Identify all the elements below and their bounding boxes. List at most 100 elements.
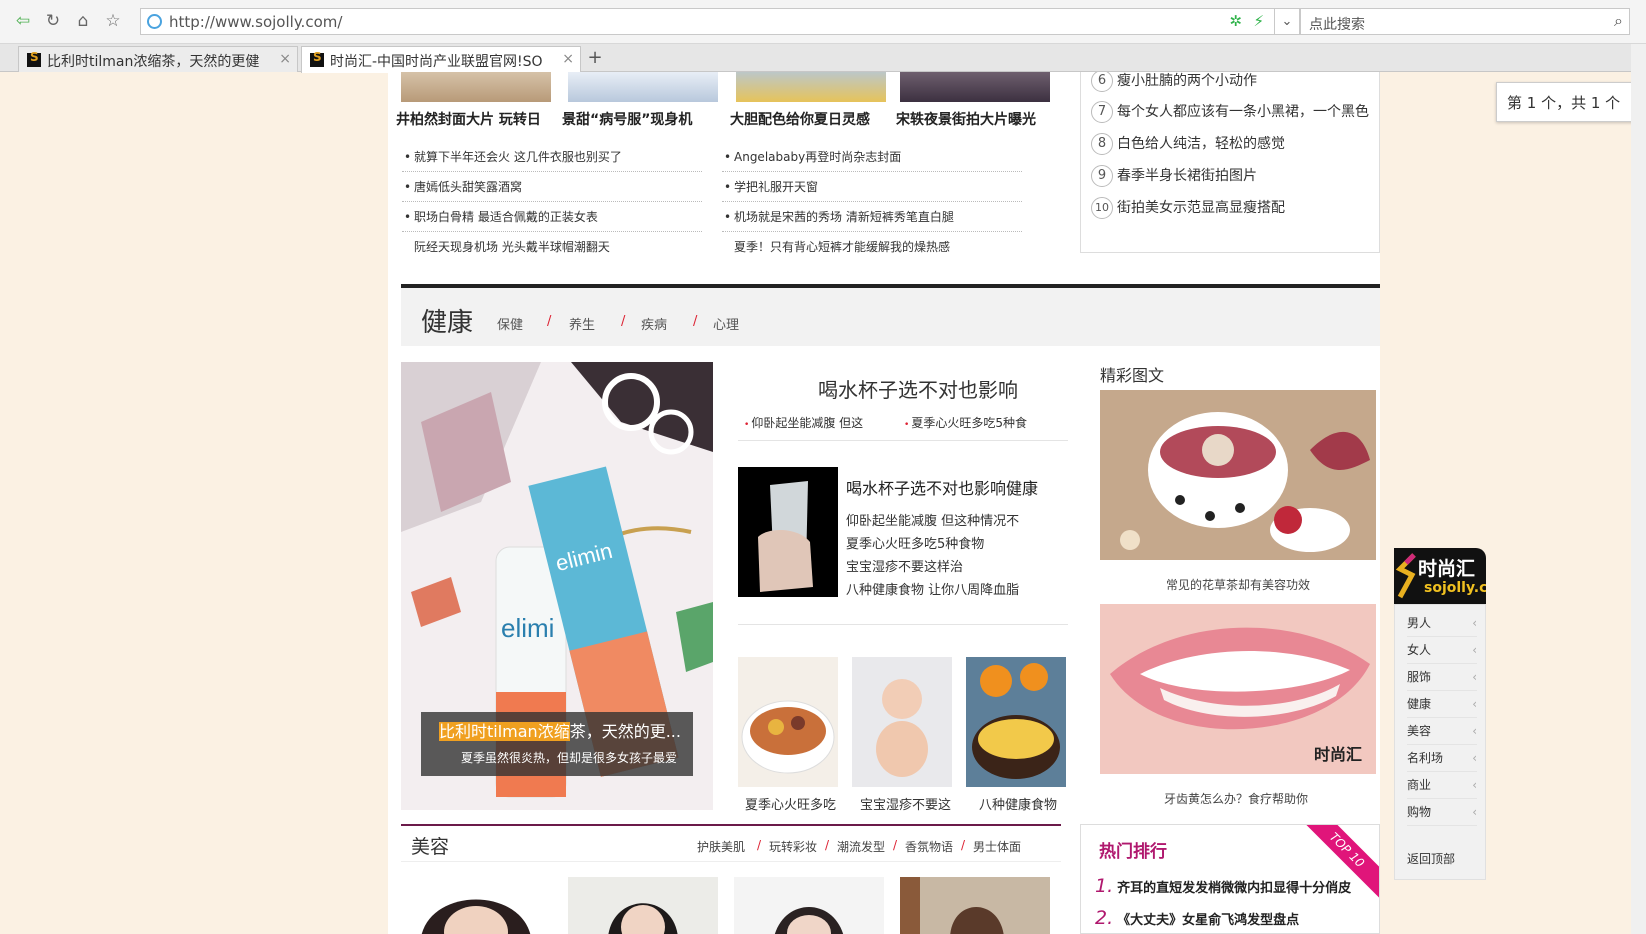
article-link[interactable]: 八种健康食物 让你八周降血脂 — [846, 579, 1019, 598]
teeth-image[interactable]: 时尚汇 — [1100, 604, 1376, 774]
list-item[interactable]: Angelababy再登时尚杂志封面 — [722, 142, 1022, 172]
food-image[interactable] — [738, 657, 838, 787]
food-caption[interactable]: 宝宝湿疹不要这 — [860, 794, 951, 813]
headline[interactable]: 喝水杯子选不对也影响 — [818, 374, 1018, 403]
subnav-jibing[interactable]: 疾病 — [641, 314, 667, 333]
float-nav-beauty[interactable]: 美容 ‹ — [1407, 717, 1477, 745]
health-section-header: 健康 保健 / 养生 / 疾病 / 心理 — [401, 284, 1380, 346]
separator: / — [893, 838, 898, 852]
address-bar[interactable]: http://www.sojolly.com/ ✲ ⚡ — [140, 8, 1275, 35]
float-nav-health[interactable]: 健康 ‹ — [1407, 690, 1477, 718]
list-item[interactable]: 唐嫣低头甜笑露酒窝 — [402, 172, 702, 202]
article-link[interactable]: 仰卧起坐能减腹 但这种情况不 — [846, 510, 1019, 529]
hero-image[interactable]: elimi elimin 比利时tilman浓缩茶，天然的更... 夏季虽然很炎… — [401, 362, 713, 810]
list-item[interactable]: 机场就是宋茜的秀场 清新短裤秀笔直白腿 — [722, 202, 1022, 232]
reload-icon[interactable]: ↻ — [42, 10, 64, 32]
tea-image[interactable] — [1100, 390, 1376, 560]
chevron-left-icon: ‹ — [1472, 670, 1477, 684]
section-title[interactable]: 健康 — [421, 302, 473, 339]
thumb-caption[interactable]: 宋轶夜景街拍大片曝光 — [896, 109, 1036, 129]
float-nav-fashion[interactable]: 服饰 ‹ — [1407, 663, 1477, 691]
float-nav-women[interactable]: 女人 ‹ — [1407, 636, 1477, 664]
beauty-subnav[interactable]: 护肤美肌 — [697, 838, 745, 855]
list-item[interactable]: 夏季！只有背心短裤才能缓解我的燥热感 — [722, 232, 1022, 262]
separator: / — [693, 314, 698, 329]
subnav-baojian[interactable]: 保健 — [497, 314, 523, 333]
ranking-item[interactable]: 8 白色给人纯洁，轻松的感觉 — [1091, 132, 1285, 156]
article-link[interactable]: 夏季心火旺多吃5种食物 — [846, 533, 984, 552]
new-tab-button[interactable]: + — [584, 47, 606, 69]
beauty-image[interactable] — [568, 877, 718, 934]
food-illustration — [738, 657, 838, 787]
beauty-subnav[interactable]: 男士体面 — [973, 838, 1021, 855]
beauty-image[interactable] — [401, 877, 551, 934]
thumb-caption[interactable]: 景甜“病号服”现身机 — [562, 109, 692, 129]
food-caption[interactable]: 八种健康食物 — [979, 794, 1057, 813]
article-link[interactable]: 宝宝湿疹不要这样治 — [846, 556, 963, 575]
tab-tilman[interactable]: 比利时tilman浓缩茶，天然的更健 × — [18, 46, 298, 72]
close-icon[interactable]: × — [279, 51, 291, 67]
headline-sublink[interactable]: 仰卧起坐能减腹 但这 — [744, 414, 863, 431]
close-icon[interactable]: × — [562, 51, 574, 67]
bookmark-star-icon[interactable]: ☆ — [102, 10, 124, 32]
beauty-subnav[interactable]: 玩转彩妆 — [769, 838, 817, 855]
search-icon[interactable]: ⌕ — [1614, 11, 1623, 31]
section-title[interactable]: 美容 — [411, 832, 449, 859]
divider — [738, 624, 1068, 625]
hero-caption[interactable]: 比利时tilman浓缩茶，天然的更... 夏季虽然很炎热，但却是很多女孩子最爱 — [421, 712, 693, 776]
beauty-subnav[interactable]: 香氛物语 — [905, 838, 953, 855]
ranking-item[interactable]: 7 每个女人都应该有一条小黑裙，一个黑色 — [1091, 100, 1369, 124]
float-nav-shopping[interactable]: 购物 ‹ — [1407, 798, 1477, 826]
soup-image[interactable] — [966, 657, 1066, 787]
article-title[interactable]: 喝水杯子选不对也影响健康 — [846, 475, 1038, 499]
ranking-item[interactable]: 9 春季半身长裙街拍图片 — [1091, 164, 1257, 188]
subnav-xinli[interactable]: 心理 — [713, 314, 739, 333]
back-arrow-icon[interactable]: ⇦ — [12, 10, 34, 32]
search-input[interactable]: 点此搜索 ⌕ — [1300, 8, 1630, 35]
list-item[interactable]: 学把礼服开天窗 — [722, 172, 1022, 202]
chevron-left-icon: ‹ — [1472, 778, 1477, 792]
water-glass-image[interactable] — [738, 467, 838, 597]
chevron-left-icon: ‹ — [1472, 643, 1477, 657]
lightning-icon[interactable]: ⚡ — [1253, 12, 1264, 30]
favicon-icon — [310, 50, 324, 67]
url-text[interactable]: http://www.sojolly.com/ — [169, 13, 342, 31]
thumb-caption[interactable]: 井柏然封面大片 玩转日 — [396, 109, 541, 129]
home-icon[interactable]: ⌂ — [72, 10, 94, 32]
headline-sublink[interactable]: 夏季心火旺多吃5种食 — [904, 414, 1027, 431]
baby-image[interactable] — [852, 657, 952, 787]
thumb-image[interactable] — [568, 72, 718, 102]
list-item[interactable]: 就算下半年还会火 这几件衣服也别买了 — [402, 142, 702, 172]
featured-caption[interactable]: 常见的花草茶却有美容功效 — [1166, 576, 1310, 593]
extension-icon[interactable]: ✲ — [1229, 12, 1242, 30]
featured-caption[interactable]: 牙齿黄怎么办？食疗帮助你 — [1164, 790, 1308, 807]
ranking-item[interactable]: 10 街拍美女示范显高显瘦搭配 — [1091, 196, 1285, 220]
sojolly-logo[interactable]: 时尚汇 sojolly.com — [1394, 548, 1486, 604]
hot-item[interactable]: 1. 齐耳的直短发发梢微微内扣显得十分俏皮 — [1095, 875, 1351, 897]
find-in-page-bar[interactable]: 第 1 个，共 1 个 — [1496, 82, 1646, 122]
thumb-image[interactable] — [900, 72, 1050, 102]
hot-item[interactable]: 2. 《大丈夫》女星俞飞鸿发型盘点 — [1095, 907, 1299, 929]
separator: / — [961, 838, 966, 852]
thumb-caption[interactable]: 大胆配色给你夏日灵感 — [730, 109, 870, 129]
dropdown-chevron-icon[interactable]: ⌄ — [1275, 8, 1300, 35]
float-nav-celebrity[interactable]: 名利场 ‹ — [1407, 744, 1477, 772]
beauty-image[interactable] — [900, 877, 1050, 934]
back-to-top-button[interactable]: 返回顶部 — [1407, 850, 1455, 867]
beauty-subnav[interactable]: 潮流发型 — [837, 838, 885, 855]
tab-label: 比利时tilman浓缩茶，天然的更健 — [47, 54, 260, 70]
logo-s-icon — [1396, 553, 1416, 599]
page-scrollbar[interactable] — [1631, 44, 1646, 934]
separator: / — [547, 314, 552, 329]
float-nav-business[interactable]: 商业 ‹ — [1407, 771, 1477, 799]
list-item[interactable]: 阮经天现身机场 光头戴半球帽潮翻天 — [402, 232, 702, 262]
thumb-image[interactable] — [401, 72, 551, 102]
list-item[interactable]: 职场白骨精 最适合佩戴的正装女表 — [402, 202, 702, 232]
thumb-image[interactable] — [736, 72, 886, 102]
tab-sojolly[interactable]: 时尚汇-中国时尚产业联盟官网!SO × — [301, 46, 581, 73]
float-nav-men[interactable]: 男人 ‹ — [1407, 609, 1477, 637]
ranking-item[interactable]: 6 瘦小肚腩的两个小动作 — [1091, 72, 1257, 93]
beauty-image[interactable] — [734, 877, 884, 934]
food-caption[interactable]: 夏季心火旺多吃 — [745, 794, 836, 813]
subnav-yangsheng[interactable]: 养生 — [569, 314, 595, 333]
